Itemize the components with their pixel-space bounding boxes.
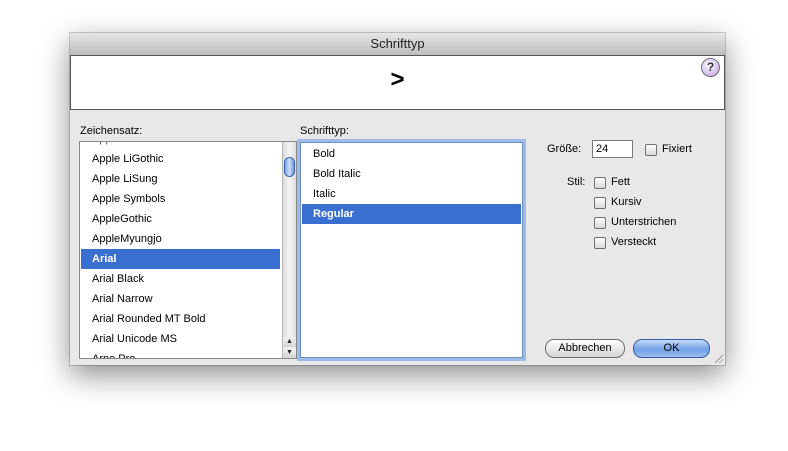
scroll-down-arrow-icon[interactable]: ▼	[283, 348, 296, 358]
list-item[interactable]: AppleMyungjo	[81, 229, 292, 249]
font-preview: > ?	[70, 55, 725, 110]
list-item[interactable]: Arial Unicode MS	[81, 329, 292, 349]
resize-grip-icon[interactable]	[713, 353, 723, 363]
list-item[interactable]: Apple LiSung	[81, 169, 292, 189]
font-dialog: Schrifttyp > ? Zeichensatz: Apple LiGoth…	[70, 33, 725, 365]
list-item-selected[interactable]: Regular	[302, 204, 521, 224]
list-item[interactable]: Arial Black	[81, 269, 292, 289]
italic-label: Kursiv	[611, 196, 642, 208]
font-family-scrollbar[interactable]: ▲ ▼	[282, 142, 296, 358]
hidden-label: Versteckt	[611, 236, 657, 248]
fixed-checkbox[interactable]	[645, 144, 657, 156]
list-item[interactable]: Bold Italic	[302, 164, 521, 184]
font-family-list[interactable]: Apple LiGothic Medium Apple LiGothic App…	[79, 141, 297, 359]
help-button[interactable]: ?	[701, 58, 720, 77]
style-label: Stil:	[567, 176, 586, 188]
font-family-label: Zeichensatz:	[80, 125, 143, 137]
list-item[interactable]: Arno Pro	[81, 349, 292, 358]
window-title: Schrifttyp	[70, 33, 725, 56]
list-item[interactable]: Apple LiGothic Medium	[81, 142, 292, 149]
list-item[interactable]: Bold	[302, 144, 521, 164]
typeface-label: Schrifttyp:	[300, 125, 349, 137]
underline-label: Unterstrichen	[611, 216, 677, 228]
scroll-up-arrow-icon[interactable]: ▲	[283, 337, 296, 347]
list-item[interactable]: Italic	[302, 184, 521, 204]
italic-checkbox[interactable]	[594, 197, 606, 209]
list-item[interactable]: Arial Narrow	[81, 289, 292, 309]
ok-button[interactable]: OK	[633, 339, 710, 358]
hidden-checkbox[interactable]	[594, 237, 606, 249]
fixed-label: Fixiert	[662, 143, 692, 155]
size-input[interactable]: 24	[592, 140, 633, 158]
bold-checkbox[interactable]	[594, 177, 606, 189]
size-label: Größe:	[547, 143, 582, 155]
scrollbar-thumb[interactable]	[284, 157, 295, 177]
list-item[interactable]: AppleGothic	[81, 209, 292, 229]
cancel-button[interactable]: Abbrechen	[545, 339, 625, 358]
preview-sample-text: >	[390, 66, 405, 93]
list-item-selected[interactable]: Arial	[81, 249, 280, 269]
list-item[interactable]: Arial Rounded MT Bold	[81, 309, 292, 329]
underline-checkbox[interactable]	[594, 217, 606, 229]
list-item[interactable]: Apple LiGothic	[81, 149, 292, 169]
bold-label: Fett	[611, 176, 630, 188]
typeface-list[interactable]: Bold Bold Italic Italic Regular	[300, 142, 523, 358]
list-item[interactable]: Apple Symbols	[81, 189, 292, 209]
